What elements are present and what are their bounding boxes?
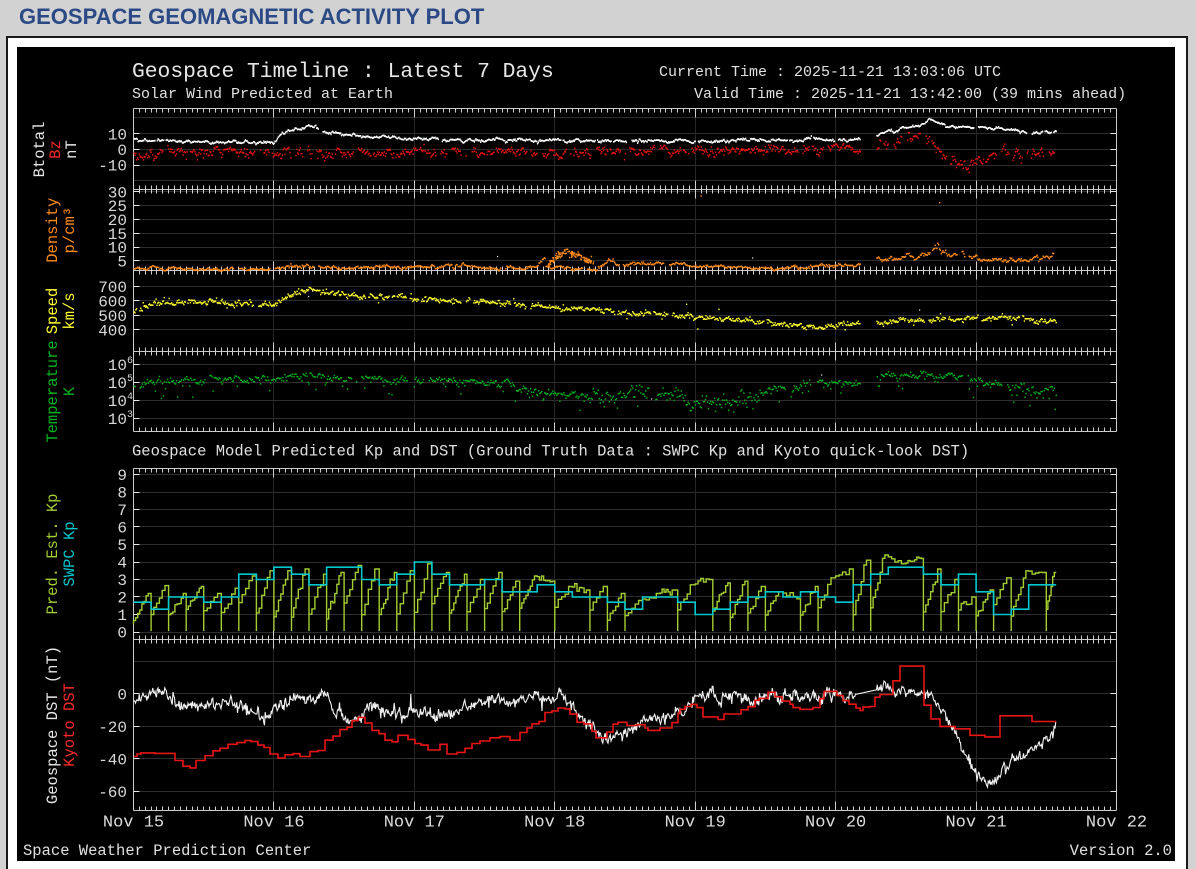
svg-text:Version 2.0: Version 2.0 (1070, 842, 1172, 860)
svg-text:km/s: km/s (61, 292, 79, 329)
svg-text:-10: -10 (98, 158, 127, 176)
svg-text:nT: nT (63, 140, 81, 159)
svg-text:Nov 19: Nov 19 (665, 814, 726, 833)
svg-text:Nov 22: Nov 22 (1086, 814, 1147, 833)
svg-text:5: 5 (117, 537, 127, 555)
svg-text:Temperature: Temperature (44, 340, 62, 442)
svg-text:1: 1 (117, 607, 127, 625)
svg-text:8: 8 (117, 485, 127, 503)
svg-text:Geospace Model Predicted Kp an: Geospace Model Predicted Kp and DST (Gro… (132, 443, 969, 461)
svg-text:Valid Time : 2025-11-21 13:42:: Valid Time : 2025-11-21 13:42:00 (39 min… (694, 86, 1126, 103)
svg-text:-60: -60 (98, 784, 127, 802)
svg-text:Kyoto DST: Kyoto DST (61, 683, 79, 767)
svg-text:0: 0 (117, 686, 127, 704)
svg-text:6: 6 (117, 520, 127, 538)
svg-text:7: 7 (117, 502, 127, 520)
svg-text:Nov 18: Nov 18 (524, 814, 585, 833)
svg-text:p/cm³: p/cm³ (61, 207, 79, 254)
svg-text:Geospace Timeline : Latest 7 D: Geospace Timeline : Latest 7 Days (132, 60, 554, 84)
svg-text:Speed: Speed (44, 288, 62, 335)
svg-text:Nov 16: Nov 16 (243, 814, 304, 833)
svg-text:3: 3 (117, 572, 127, 590)
svg-text:Solar Wind Predicted at Earth: Solar Wind Predicted at Earth (132, 86, 393, 103)
svg-text:2: 2 (117, 590, 127, 608)
svg-text:Nov 17: Nov 17 (384, 814, 445, 833)
svg-text:Pred. Est. Kp: Pred. Est. Kp (44, 494, 62, 615)
svg-text:Geospace DST (nT): Geospace DST (nT) (44, 646, 62, 804)
svg-text:5: 5 (117, 253, 127, 271)
svg-text:Density: Density (44, 198, 62, 263)
svg-text:SWPC Kp: SWPC Kp (61, 521, 79, 586)
svg-text:-40: -40 (98, 751, 127, 769)
svg-text:9: 9 (117, 467, 127, 485)
svg-text:0: 0 (117, 625, 127, 643)
svg-text:4: 4 (117, 555, 127, 573)
svg-text:Nov 15: Nov 15 (103, 814, 164, 833)
svg-text:Space Weather Prediction Cente: Space Weather Prediction Center (23, 842, 311, 860)
svg-text:Nov 20: Nov 20 (805, 814, 866, 833)
svg-text:400: 400 (98, 322, 127, 340)
svg-text:K: K (61, 386, 79, 396)
svg-text:-20: -20 (98, 719, 127, 737)
svg-text:Current Time : 2025-11-21 13:0: Current Time : 2025-11-21 13:03:06 UTC (659, 64, 1001, 81)
svg-text:Nov 21: Nov 21 (945, 814, 1006, 833)
